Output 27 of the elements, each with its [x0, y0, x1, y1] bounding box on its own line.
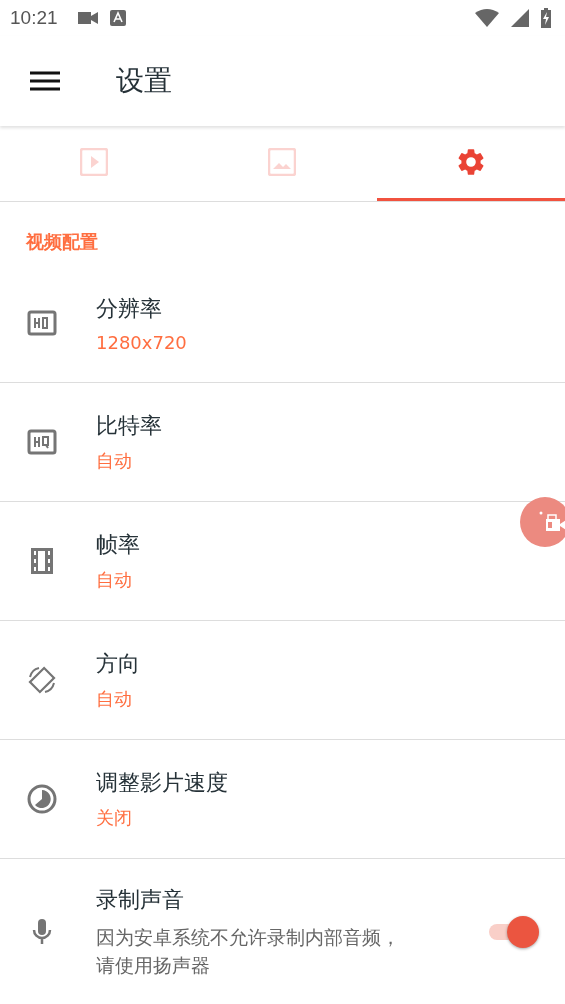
- setting-value: 自动: [96, 687, 133, 711]
- battery-charging-icon: [541, 8, 551, 28]
- setting-value: 自动: [96, 568, 133, 592]
- setting-title: 分辨率: [96, 294, 163, 323]
- setting-value: 关闭: [96, 806, 133, 830]
- record-button[interactable]: [520, 497, 565, 547]
- section-header: 视频配置: [25, 230, 99, 254]
- setting-description: 因为安卓系统不允许录制内部音频，请使用扬声器: [96, 924, 401, 978]
- page-title: 设置: [116, 63, 172, 99]
- keyboard-a-icon: [109, 10, 126, 26]
- setting-value: 1280x720: [96, 331, 188, 353]
- play-icon: [80, 148, 109, 176]
- setting-title: 方向: [96, 650, 141, 678]
- timer-icon: [26, 783, 58, 815]
- video-camera-icon: [538, 510, 565, 534]
- signal-icon: [511, 9, 529, 27]
- setting-title: 帧率: [96, 531, 141, 559]
- setting-title: 调整影片速度: [96, 769, 229, 797]
- image-icon: [268, 148, 297, 176]
- setting-title: 比特率: [96, 412, 163, 440]
- setting-title: 录制声音: [96, 885, 185, 914]
- status-time: 10:21: [10, 7, 58, 29]
- rotate-icon: [26, 664, 58, 696]
- video-camera-icon: [77, 11, 98, 25]
- setting-value: 自动: [96, 449, 133, 473]
- toggle-switch[interactable]: [487, 914, 541, 950]
- wifi-icon: [475, 9, 499, 27]
